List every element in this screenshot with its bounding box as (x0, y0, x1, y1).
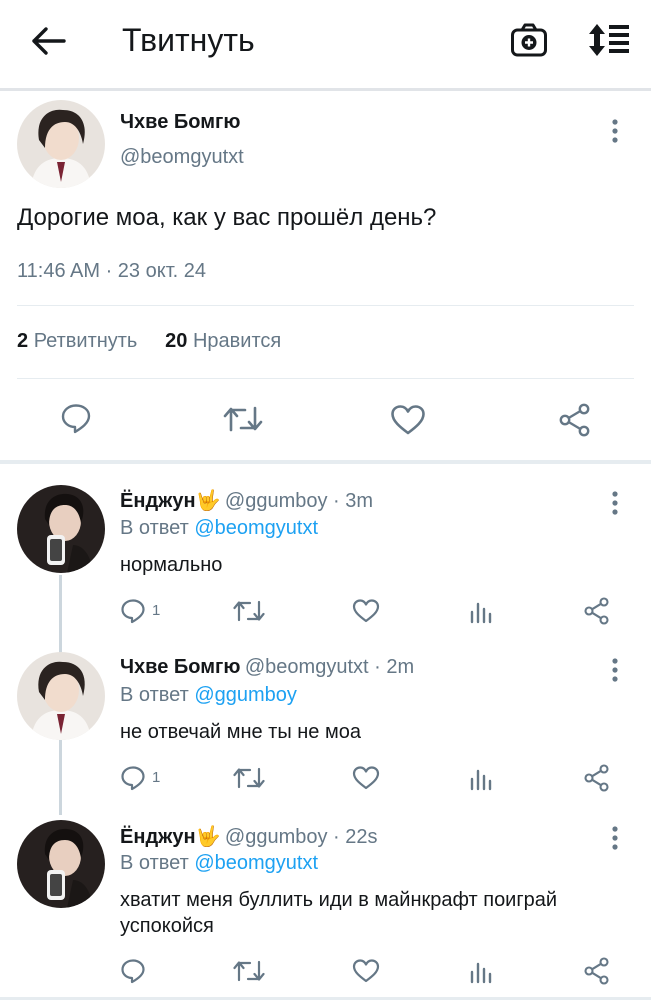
reply-icon (121, 766, 145, 791)
reply-count: 1 (152, 602, 161, 619)
reply-action-stats[interactable] (469, 767, 493, 791)
reply-action-retweet[interactable] (233, 598, 265, 624)
tweet-more-button[interactable] (605, 118, 625, 144)
author-name[interactable]: Чхве Бомгю (120, 111, 240, 134)
more-vertical-icon (612, 119, 618, 143)
heart-icon (391, 405, 425, 435)
reply-to: В ответ @beomgyutxt (120, 852, 318, 875)
retweet-count-label[interactable]: Ретвитнуть (34, 330, 138, 352)
reply-author-handle[interactable]: @ggumboy · 3m (225, 490, 373, 512)
reply-to-mention[interactable]: @beomgyutxt (194, 852, 318, 874)
share-icon (584, 957, 609, 985)
reply-icon (121, 599, 145, 624)
avatar[interactable] (17, 820, 105, 908)
reply-author-handle[interactable]: @ggumboy · 22s (225, 826, 378, 848)
reply-action-share[interactable] (583, 764, 611, 792)
share-icon (584, 597, 609, 625)
reply-author-name[interactable]: Чхве Бомгю (120, 656, 240, 678)
avatar[interactable] (17, 100, 105, 188)
reply-action-like[interactable] (352, 958, 380, 984)
reply-header: Ёнджун🤟 @ggumboy · 3m (120, 488, 373, 513)
reply-to-mention[interactable]: @beomgyutxt (194, 517, 318, 539)
header-divider (0, 88, 651, 91)
reply-header: Ёнджун🤟 @ggumboy · 22s (120, 824, 378, 849)
reply-to-label: В ответ (120, 852, 189, 874)
divider (17, 305, 634, 306)
retweet-icon (233, 960, 265, 982)
camera-button[interactable] (510, 22, 548, 58)
reply-author-handle[interactable]: @beomgyutxt · 2m (245, 656, 414, 678)
reply-text: хватит меня буллить иди в майнкрафт поиг… (120, 889, 558, 937)
reply-text: нормально (120, 554, 223, 576)
like-button[interactable] (390, 404, 426, 436)
reply-to-label: В ответ (120, 684, 189, 706)
reply-icon (121, 959, 145, 984)
reply-action-stats[interactable] (469, 960, 493, 984)
arrow-left-icon (32, 27, 66, 55)
page-title: Твитнуть (122, 22, 255, 58)
more-vertical-icon (612, 826, 618, 850)
heart-icon (352, 599, 380, 623)
analytics-icon (470, 962, 492, 984)
retweet-count[interactable]: 2 (17, 330, 28, 352)
reply-action-like[interactable] (352, 598, 380, 624)
divider (17, 378, 634, 379)
reply-action-reply[interactable] (120, 958, 170, 984)
more-vertical-icon (612, 658, 618, 682)
reply-action-like[interactable] (352, 765, 380, 791)
avatar-photo (17, 100, 105, 188)
tweet-text: Дорогие моа, как у вас прошёл день? (17, 204, 437, 231)
reply-more-button[interactable] (605, 490, 625, 516)
reply-more-button[interactable] (605, 825, 625, 851)
tweet-timestamp: 11:46 AM · 23 окт. 24 (17, 260, 206, 282)
reply-text: не отвечай мне ты не моа (120, 721, 361, 743)
share-button[interactable] (558, 403, 592, 437)
reply-action-stats[interactable] (469, 600, 493, 624)
avatar[interactable] (17, 652, 105, 740)
more-vertical-icon (612, 491, 618, 515)
reply-action-retweet[interactable] (233, 765, 265, 791)
retweet-icon (223, 406, 263, 432)
camera-plus-icon (511, 23, 547, 57)
reply-action-share[interactable] (583, 957, 611, 985)
reply-to-label: В ответ (120, 517, 189, 539)
reply-header: Чхве Бомгю @beomgyutxt · 2m (120, 656, 414, 679)
retweet-icon (233, 600, 265, 622)
reply-button[interactable] (60, 402, 92, 434)
heart-icon (352, 959, 380, 983)
reply-author-name[interactable]: Ёнджун🤟 (120, 490, 220, 512)
share-icon (584, 764, 609, 792)
reply-action-retweet[interactable] (233, 958, 265, 984)
like-count-label[interactable]: Нравится (193, 330, 281, 352)
avatar-photo (17, 820, 105, 908)
reply-count: 1 (152, 769, 161, 786)
analytics-icon (470, 769, 492, 791)
reply-to-mention[interactable]: @ggumboy (194, 684, 297, 706)
avatar[interactable] (17, 485, 105, 573)
section-divider (0, 460, 651, 464)
reply-more-button[interactable] (605, 657, 625, 683)
retweet-button[interactable] (223, 404, 263, 434)
like-count[interactable]: 20 (165, 330, 187, 352)
sort-icon (589, 24, 629, 56)
tweet-stats: 2 Ретвитнуть 20 Нравится (17, 330, 281, 353)
analytics-icon (470, 602, 492, 624)
heart-icon (352, 766, 380, 790)
reply-icon (61, 404, 91, 434)
reply-action-reply[interactable]: 1 (120, 765, 170, 791)
sort-button[interactable] (588, 22, 632, 58)
avatar-photo (17, 652, 105, 740)
reply-author-name[interactable]: Ёнджун🤟 (120, 826, 220, 848)
reply-to: В ответ @beomgyutxt (120, 517, 318, 540)
share-icon (559, 403, 590, 437)
retweet-icon (233, 767, 265, 789)
reply-to: В ответ @ggumboy (120, 684, 297, 707)
reply-action-reply[interactable]: 1 (120, 598, 170, 624)
back-button[interactable] (28, 24, 68, 58)
reply-action-share[interactable] (583, 597, 611, 625)
author-handle[interactable]: @beomgyutxt (120, 146, 244, 169)
avatar-photo (17, 485, 105, 573)
